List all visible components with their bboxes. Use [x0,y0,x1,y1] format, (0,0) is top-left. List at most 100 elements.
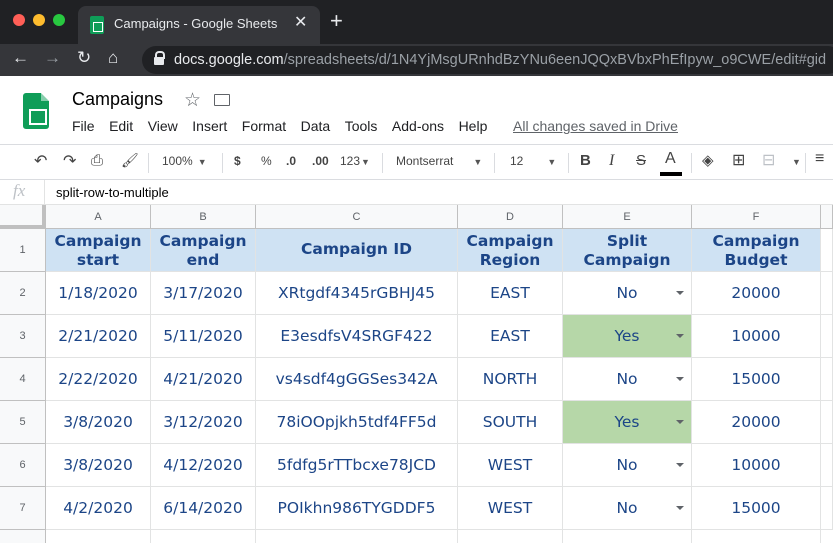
chevron-down-icon[interactable]: ▼ [787,154,801,168]
table-cell[interactable]: 78iOOpjkh5tdf4FF5d [256,401,458,444]
bold-button[interactable]: B [580,152,591,169]
table-cell[interactable]: 2/21/2020 [46,315,151,358]
text-color-button[interactable]: A [660,150,682,176]
menu-format[interactable]: Format [242,118,286,134]
back-arrow-icon[interactable]: ← [12,48,29,68]
split-dropdown-cell[interactable]: No [563,358,692,401]
table-cell[interactable]: POIkhn986TYGDDF5 [256,487,458,530]
table-cell[interactable]: WEST [458,444,563,487]
empty-cell[interactable] [46,530,151,543]
merge-cells-icon[interactable]: ⊟ [762,150,775,170]
row-header-4[interactable]: 4 [0,358,46,401]
dropdown-arrow-icon[interactable] [676,506,684,510]
align-icon[interactable]: ≡ [815,150,824,168]
address-bar[interactable]: docs.google.com/spreadsheets/d/1N4YjMsgU… [142,46,833,74]
move-to-folder-icon[interactable] [214,94,230,106]
tab-close-icon[interactable]: ✕ [294,12,307,32]
font-family-select[interactable]: Montserrat ▼ [396,154,482,168]
table-cell[interactable]: 4/21/2020 [151,358,256,401]
table-cell[interactable]: EAST [458,272,563,315]
empty-cell[interactable] [821,358,833,401]
home-icon[interactable]: ⌂ [108,48,118,68]
empty-cell[interactable] [821,315,833,358]
header-cell[interactable]: Campaign start [46,229,151,272]
formula-input[interactable]: split-row-to-multiple [56,185,169,200]
header-cell[interactable]: Split Campaign [563,229,692,272]
strikethrough-button[interactable]: S [636,152,646,169]
table-cell[interactable]: 20000 [692,401,821,444]
empty-cell[interactable] [821,229,833,272]
table-cell[interactable]: 5/11/2020 [151,315,256,358]
header-cell[interactable]: Campaign ID [256,229,458,272]
redo-icon[interactable]: ↷ [63,151,76,171]
font-size-select[interactable]: 12 ▼ [510,154,556,168]
table-cell[interactable]: 10000 [692,444,821,487]
table-cell[interactable]: WEST [458,487,563,530]
table-cell[interactable]: 4/2/2020 [46,487,151,530]
empty-cell[interactable] [821,444,833,487]
sheets-logo-icon[interactable] [23,93,49,129]
maximize-window-button[interactable] [53,14,65,26]
table-cell[interactable]: 20000 [692,272,821,315]
header-cell[interactable]: Campaign Budget [692,229,821,272]
menu-data[interactable]: Data [301,118,331,134]
table-cell[interactable]: 15000 [692,358,821,401]
dropdown-arrow-icon[interactable] [676,420,684,424]
column-header-c[interactable]: C [256,205,458,229]
increase-decimal-button[interactable]: .00 [312,154,329,168]
empty-cell[interactable] [821,487,833,530]
menu-insert[interactable]: Insert [192,118,227,134]
table-cell[interactable]: 10000 [692,315,821,358]
column-header-d[interactable]: D [458,205,563,229]
table-cell[interactable]: 1/18/2020 [46,272,151,315]
table-cell[interactable]: XRtgdf4345rGBHJ45 [256,272,458,315]
forward-arrow-icon[interactable]: → [44,48,61,68]
minimize-window-button[interactable] [33,14,45,26]
column-header-b[interactable]: B [151,205,256,229]
empty-cell[interactable] [151,530,256,543]
number-format-select[interactable]: 123▼ [340,154,370,168]
table-cell[interactable]: 3/8/2020 [46,444,151,487]
empty-cell[interactable] [563,530,692,543]
borders-icon[interactable]: ⊞ [732,150,745,170]
menu-help[interactable]: Help [459,118,488,134]
split-dropdown-cell[interactable]: No [563,272,692,315]
table-cell[interactable]: vs4sdf4gGGSes342A [256,358,458,401]
paint-format-icon[interactable]: 🖌 [121,152,139,169]
empty-cell[interactable] [256,530,458,543]
currency-format-button[interactable]: $ [234,154,241,168]
decrease-decimal-button[interactable]: .0 [286,154,296,168]
menu-file[interactable]: File [72,118,95,134]
row-header-3[interactable]: 3 [0,315,46,358]
table-cell[interactable]: 4/12/2020 [151,444,256,487]
undo-icon[interactable]: ↶ [34,151,47,171]
dropdown-arrow-icon[interactable] [676,291,684,295]
table-cell[interactable]: NORTH [458,358,563,401]
menu-edit[interactable]: Edit [109,118,133,134]
split-dropdown-cell[interactable]: No [563,444,692,487]
empty-cell[interactable] [692,530,821,543]
table-cell[interactable]: 3/8/2020 [46,401,151,444]
save-status-link[interactable]: All changes saved in Drive [513,118,678,134]
star-icon[interactable]: ☆ [184,89,201,112]
percent-format-button[interactable]: % [261,154,272,168]
split-dropdown-cell[interactable]: Yes [563,401,692,444]
fill-color-icon[interactable]: ◈ [702,151,714,169]
empty-cell[interactable] [821,401,833,444]
column-header-e[interactable]: E [563,205,692,229]
empty-cell[interactable] [821,272,833,315]
column-header-a[interactable]: A [46,205,151,229]
select-all-corner[interactable] [0,205,46,229]
header-cell[interactable]: Campaign end [151,229,256,272]
menu-view[interactable]: View [148,118,178,134]
italic-button[interactable]: I [609,152,614,170]
table-cell[interactable]: 5fdfg5rTTbcxe78JCD [256,444,458,487]
row-header-1[interactable]: 1 [0,229,46,272]
table-cell[interactable]: 15000 [692,487,821,530]
row-header-2[interactable]: 2 [0,272,46,315]
dropdown-arrow-icon[interactable] [676,334,684,338]
menu-tools[interactable]: Tools [345,118,378,134]
zoom-select[interactable]: 100% ▼ [162,154,207,168]
row-header-7[interactable]: 7 [0,487,46,530]
new-tab-button[interactable]: + [330,10,343,32]
